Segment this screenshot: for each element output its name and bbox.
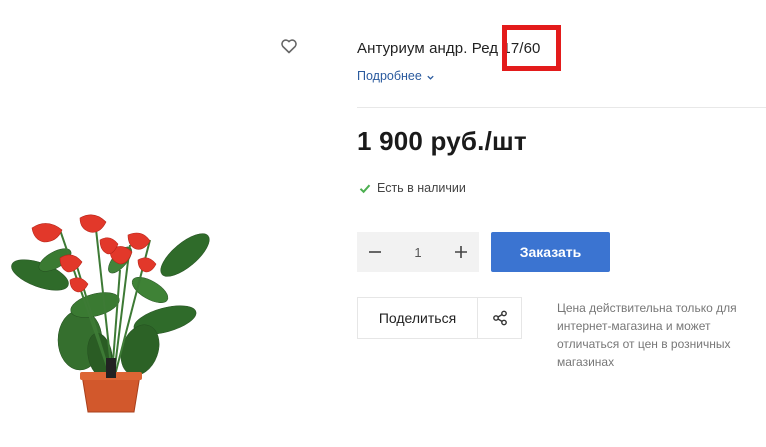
product-price: 1 900 руб./шт <box>357 126 527 156</box>
product-image[interactable] <box>0 200 230 420</box>
check-icon <box>359 184 371 193</box>
stock-status-label: Есть в наличии <box>377 181 466 195</box>
share-button[interactable]: Поделиться <box>358 298 478 338</box>
details-link-label: Подробнее <box>357 69 422 83</box>
divider <box>357 107 766 108</box>
plus-icon <box>455 246 467 258</box>
stock-status: Есть в наличии <box>359 181 466 195</box>
share-group: Поделиться <box>357 297 522 339</box>
quantity-input[interactable]: 1 <box>393 245 443 260</box>
increase-button[interactable] <box>443 232 479 272</box>
share-icon <box>492 310 507 326</box>
chevron-down-icon <box>427 75 434 80</box>
quantity-stepper: 1 <box>357 232 479 272</box>
wishlist-heart-icon[interactable] <box>279 36 299 56</box>
order-button[interactable]: Заказать <box>491 232 610 272</box>
details-link[interactable]: Подробнее <box>357 69 435 83</box>
decrease-button[interactable] <box>357 232 393 272</box>
highlight-annotation-box <box>502 25 561 71</box>
minus-icon <box>369 251 381 253</box>
share-icon-button[interactable] <box>478 298 521 338</box>
price-note: Цена действительна только для интернет-м… <box>557 301 737 369</box>
